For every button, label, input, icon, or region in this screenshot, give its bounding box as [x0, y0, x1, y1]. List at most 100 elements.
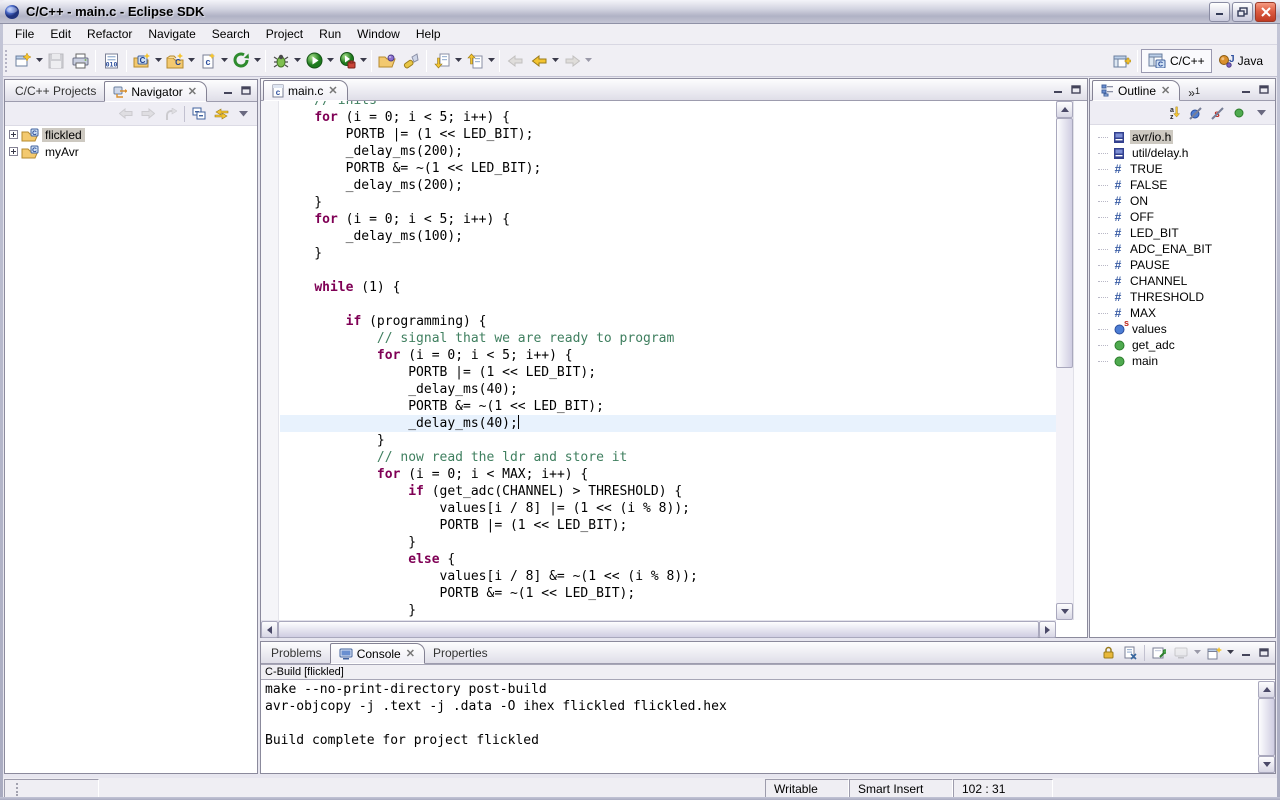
outline-item-CHANNEL[interactable]: # CHANNEL — [1090, 273, 1275, 289]
code-line[interactable]: else { — [280, 551, 1056, 568]
outline-item-MAX[interactable]: # MAX — [1090, 305, 1275, 321]
run-dropdown[interactable] — [326, 58, 335, 63]
tab-main-c[interactable]: c main.c ✕ — [263, 80, 348, 101]
menu-search[interactable]: Search — [204, 25, 258, 43]
code-line[interactable]: _delay_ms(200); — [280, 177, 1056, 194]
editor-minimize-button[interactable] — [1050, 83, 1065, 96]
tree-expander-icon[interactable] — [9, 130, 18, 139]
new-c-project-dropdown[interactable] — [154, 58, 163, 63]
perspective-java-button[interactable]: J Java — [1212, 49, 1269, 73]
menu-refactor[interactable]: Refactor — [79, 25, 140, 43]
navigator-view-menu[interactable] — [233, 104, 253, 124]
console-output[interactable]: make --no-print-directory post-build avr-… — [261, 681, 1258, 773]
display-console-button[interactable] — [1171, 643, 1191, 663]
editor-horizontal-scrollbar[interactable] — [261, 620, 1056, 638]
clear-console-button[interactable] — [1120, 643, 1140, 663]
code-line[interactable] — [280, 262, 1056, 279]
previous-annotation-button[interactable] — [463, 49, 487, 73]
outline-item-FALSE[interactable]: # FALSE — [1090, 177, 1275, 193]
new-wizard-button[interactable] — [11, 49, 35, 73]
outline-item-util/delay.h[interactable]: util/delay.h — [1090, 145, 1275, 161]
tree-expander-icon[interactable] — [9, 147, 18, 156]
restore-button[interactable] — [1232, 1, 1253, 22]
print-button[interactable] — [68, 49, 92, 73]
outline-item-main[interactable]: main — [1090, 353, 1275, 369]
scroll-up-icon[interactable] — [1258, 681, 1275, 698]
code-line[interactable] — [280, 296, 1056, 313]
forward-dropdown[interactable] — [584, 58, 593, 63]
new-wizard-dropdown[interactable] — [35, 58, 44, 63]
outline-maximize-button[interactable] — [1256, 83, 1271, 96]
new-c-file-dropdown[interactable] — [220, 58, 229, 63]
scroll-up-icon[interactable] — [1056, 101, 1073, 118]
last-edit-location-button[interactable] — [503, 49, 527, 73]
debug-dropdown[interactable] — [293, 58, 302, 63]
open-console-button[interactable] — [1204, 643, 1224, 663]
editor-maximize-button[interactable] — [1068, 83, 1083, 96]
menu-file[interactable]: File — [7, 25, 42, 43]
code-line[interactable]: values[i / 8] |= (1 << (i % 8)); — [280, 500, 1056, 517]
hide-nonpublic-members-button[interactable] — [1229, 103, 1249, 123]
editor-hscroll-thumb[interactable] — [278, 621, 1039, 638]
navigator-maximize-button[interactable] — [238, 84, 253, 97]
editor-left-ruler[interactable] — [261, 101, 279, 620]
search-button[interactable] — [399, 49, 423, 73]
console-minimize-button[interactable] — [1238, 646, 1253, 659]
debug-button[interactable] — [269, 49, 293, 73]
tab-cpp-projects[interactable]: C/C++ Projects — [7, 80, 104, 101]
code-line[interactable]: // signal that we are ready to program — [280, 330, 1056, 347]
code-line[interactable]: } — [280, 602, 1056, 619]
open-element-button[interactable] — [375, 49, 399, 73]
menu-help[interactable]: Help — [408, 25, 449, 43]
outline-item-THRESHOLD[interactable]: # THRESHOLD — [1090, 289, 1275, 305]
forward-button[interactable] — [560, 49, 584, 73]
code-line[interactable]: _delay_ms(200); — [280, 143, 1056, 160]
outline-minimize-button[interactable] — [1238, 83, 1253, 96]
nav-forward-button[interactable] — [138, 104, 158, 124]
tab-outline[interactable]: Outline ✕ — [1092, 80, 1181, 101]
tab-navigator-close-icon[interactable]: ✕ — [187, 85, 198, 98]
navigator-minimize-button[interactable] — [220, 84, 235, 97]
menu-run[interactable]: Run — [311, 25, 349, 43]
display-console-dropdown[interactable] — [1193, 650, 1202, 655]
code-line[interactable]: PORTB |= (1 << LED_BIT); — [280, 517, 1056, 534]
menu-navigate[interactable]: Navigate — [140, 25, 203, 43]
scroll-lock-button[interactable] — [1098, 643, 1118, 663]
back-dropdown[interactable] — [551, 58, 560, 63]
tab-properties[interactable]: Properties — [425, 642, 496, 663]
nav-back-button[interactable] — [116, 104, 136, 124]
back-button[interactable] — [527, 49, 551, 73]
minimize-button[interactable] — [1209, 1, 1230, 22]
console-vertical-scrollbar[interactable] — [1258, 681, 1275, 773]
editor-vscroll-thumb[interactable] — [1056, 118, 1073, 368]
outline-item-OFF[interactable]: # OFF — [1090, 209, 1275, 225]
hidden-views-chevron[interactable]: » 1 — [1188, 86, 1200, 100]
code-line[interactable]: for (i = 0; i < 5; i++) { — [280, 109, 1056, 126]
code-line[interactable]: PORTB |= (1 << LED_BIT); — [280, 126, 1056, 143]
new-c-file-button[interactable]: c — [196, 49, 220, 73]
sort-button[interactable]: az — [1163, 103, 1183, 123]
tab-console-close-icon[interactable]: ✕ — [405, 647, 416, 660]
outline-item-get_adc[interactable]: get_adc — [1090, 337, 1275, 353]
menu-project[interactable]: Project — [258, 25, 311, 43]
code-line[interactable]: _delay_ms(100); — [280, 228, 1056, 245]
new-c-project-button[interactable]: C — [130, 49, 154, 73]
outline-item-TRUE[interactable]: # TRUE — [1090, 161, 1275, 177]
tab-outline-close-icon[interactable]: ✕ — [1160, 84, 1171, 97]
tree-item-flickled[interactable]: Cflickled — [5, 126, 257, 143]
code-line[interactable]: if (get_adc(CHANNEL) > THRESHOLD) { — [280, 483, 1056, 500]
code-line[interactable]: // inits — [280, 101, 1056, 109]
build-dropdown[interactable] — [253, 58, 262, 63]
outline-item-values[interactable]: s values — [1090, 318, 1275, 337]
scroll-down-icon[interactable] — [1258, 756, 1275, 773]
pin-console-button[interactable] — [1149, 643, 1169, 663]
code-line[interactable]: } — [280, 432, 1056, 449]
scroll-left-icon[interactable] — [261, 621, 278, 638]
code-line[interactable]: _delay_ms(40); — [280, 415, 1056, 432]
code-line[interactable]: PORTB &= ~(1 << LED_BIT); — [280, 398, 1056, 415]
editor-overview-ruler[interactable] — [1073, 101, 1087, 620]
build-button[interactable] — [229, 49, 253, 73]
code-line[interactable]: for (i = 0; i < 5; i++) { — [280, 347, 1056, 364]
code-line[interactable]: for (i = 0; i < MAX; i++) { — [280, 466, 1056, 483]
menu-edit[interactable]: Edit — [42, 25, 79, 43]
